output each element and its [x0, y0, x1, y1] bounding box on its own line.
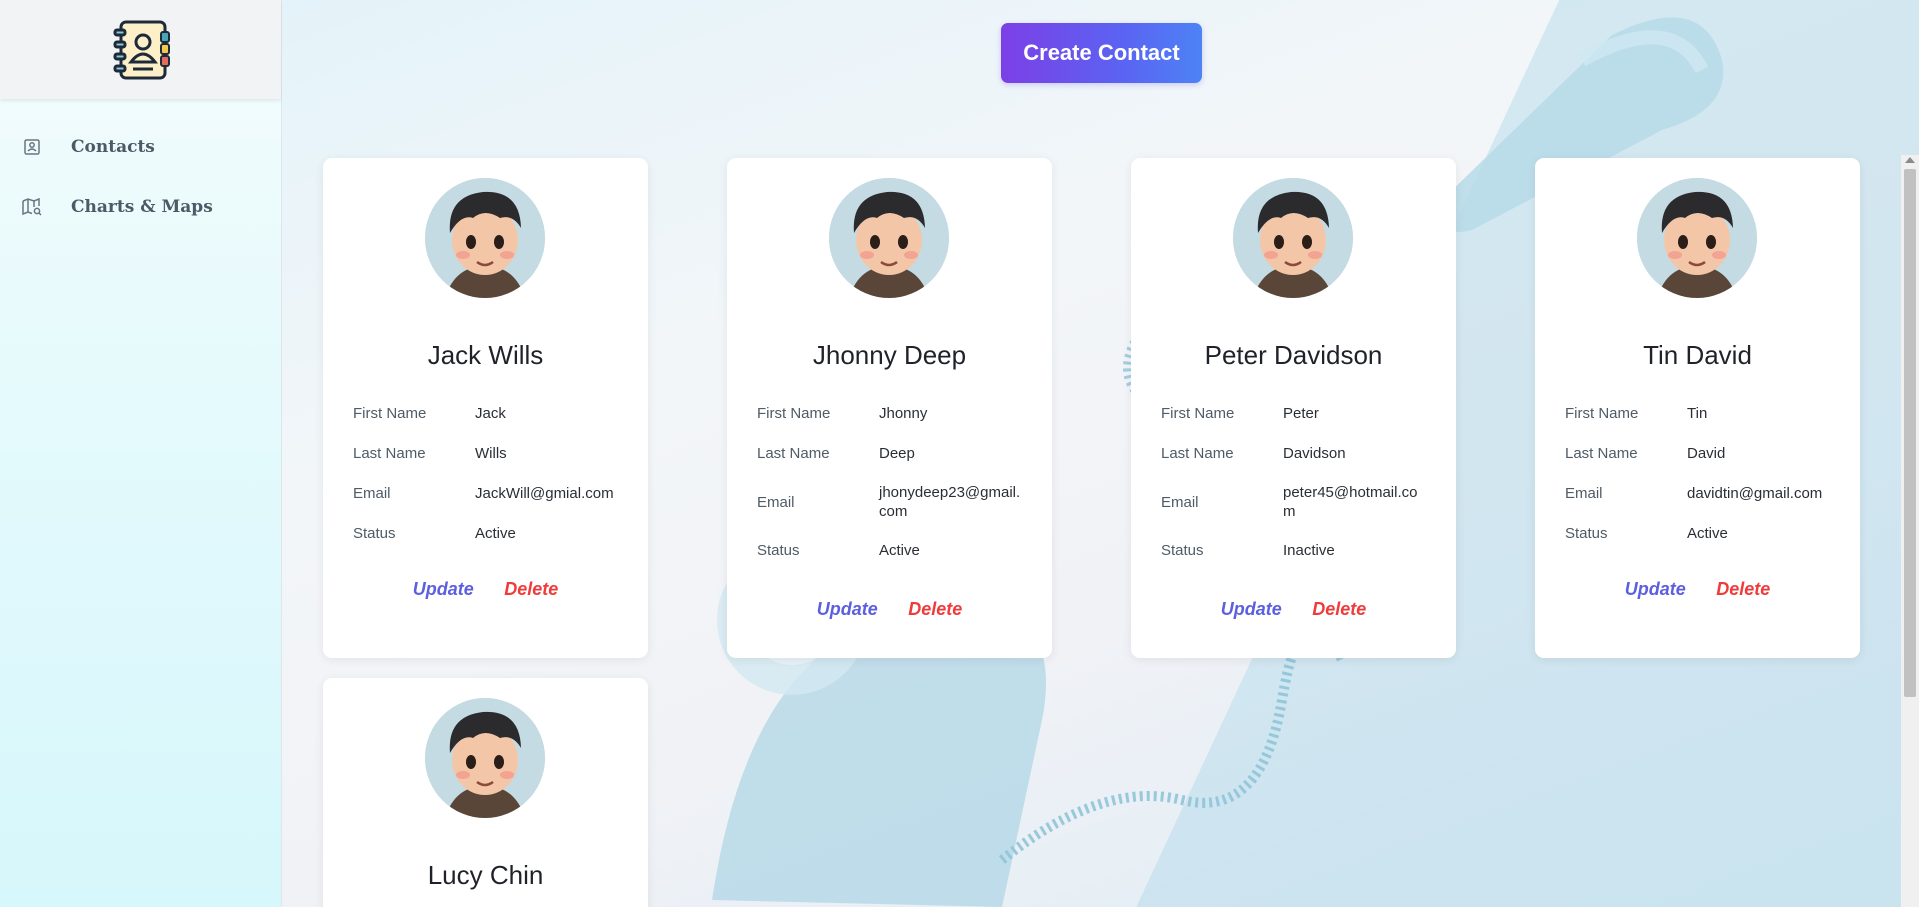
logo-area: [0, 0, 281, 99]
email-value: JackWill@gmial.com: [475, 485, 614, 502]
email-label: Email: [1565, 485, 1603, 502]
status-value: Active: [1687, 525, 1728, 542]
update-button[interactable]: Update: [817, 599, 878, 619]
contact-name: Tin David: [1643, 340, 1752, 370]
last-name-label: Last Name: [353, 445, 426, 462]
contact-name: Jhonny Deep: [812, 340, 967, 370]
scrollbar[interactable]: [1901, 155, 1919, 907]
sidebar-item-label: Contacts: [71, 137, 155, 157]
contact-card: Jack Wills First Name Jack Last Name Wills…: [323, 158, 648, 658]
map-search-icon: [22, 197, 42, 217]
create-contact-button[interactable]: Create Contact: [1001, 23, 1202, 83]
contact-details: First Name Jhonny Last Name Deep Email jhon…: [757, 403, 1032, 580]
sidebar-nav: Contacts Charts & Maps: [0, 117, 281, 237]
email-label: Email: [353, 485, 391, 502]
email-value: jhonydeep23@gmail.com: [879, 484, 1021, 520]
first-name-value: Peter: [1283, 405, 1319, 422]
contact-card: Tin David First Name Tin Last Name David E…: [1535, 158, 1860, 658]
delete-button[interactable]: Delete: [1312, 599, 1366, 619]
first-name-label: First Name: [1161, 405, 1235, 422]
avatar: [1233, 178, 1353, 298]
contact-book-logo-icon: [113, 20, 170, 79]
contact-details: First Name Jack Last Name Wills Email JackW…: [353, 403, 628, 563]
sidebar-item-contacts[interactable]: Contacts: [0, 117, 281, 177]
contact-name: Jack Wills: [427, 340, 544, 370]
last-name-value: Wills: [475, 445, 507, 462]
sidebar-item-label: Charts & Maps: [71, 197, 213, 217]
card-actions: Update Delete: [1131, 599, 1456, 620]
first-name-value: Jack: [475, 405, 506, 422]
last-name-label: Last Name: [1565, 445, 1638, 462]
email-label: Email: [757, 493, 795, 511]
contact-card: Peter Davidson First Name Peter Last Name…: [1131, 158, 1456, 658]
update-button[interactable]: Update: [1625, 579, 1686, 599]
contact-card: Jhonny Deep First Name Jhonny Last Name De…: [727, 158, 1052, 658]
first-name-label: First Name: [353, 405, 427, 422]
first-name-value: Tin: [1687, 405, 1708, 422]
email-value: davidtin@gmail.com: [1687, 485, 1823, 502]
update-button[interactable]: Update: [1221, 599, 1282, 619]
status-value: Inactive: [1283, 542, 1335, 559]
sidebar: Contacts Charts & Maps: [0, 0, 282, 907]
contact-details: First Name Peter Last Name Davidson Email p…: [1161, 403, 1436, 580]
email-label: Email: [1161, 493, 1199, 511]
scroll-up-icon[interactable]: [1905, 157, 1915, 163]
avatar: [829, 178, 949, 298]
scrollbar-thumb[interactable]: [1904, 169, 1916, 697]
sidebar-item-charts-maps[interactable]: Charts & Maps: [0, 177, 281, 237]
first-name-label: First Name: [1565, 405, 1639, 422]
contact-card: Lucy Chin: [323, 678, 648, 907]
address-book-icon: [22, 137, 42, 157]
card-actions: Update Delete: [323, 579, 648, 600]
last-name-label: Last Name: [1161, 445, 1234, 462]
last-name-value: David: [1687, 445, 1726, 462]
avatar: [425, 698, 545, 818]
avatar: [1637, 178, 1757, 298]
status-label: Status: [353, 525, 396, 542]
card-actions: Update Delete: [1535, 579, 1860, 600]
avatar: [425, 178, 545, 298]
first-name-label: First Name: [757, 405, 831, 422]
status-value: Active: [879, 542, 920, 559]
status-label: Status: [1565, 525, 1608, 542]
contact-name: Lucy Chin: [427, 860, 544, 890]
card-actions: Update Delete: [727, 599, 1052, 620]
status-label: Status: [1161, 542, 1204, 559]
delete-button[interactable]: Delete: [504, 579, 558, 599]
last-name-label: Last Name: [757, 445, 830, 462]
status-value: Active: [475, 525, 516, 542]
status-label: Status: [757, 542, 800, 559]
contact-details: First Name Tin Last Name David Email davidt…: [1565, 403, 1840, 563]
email-value: peter45@hotmail.com: [1283, 484, 1418, 520]
contact-name: Peter Davidson: [1204, 340, 1383, 370]
delete-button[interactable]: Delete: [1716, 579, 1770, 599]
last-name-value: Deep: [879, 445, 915, 462]
main-content: Create Contact Jack Wills First Name Jack…: [282, 0, 1919, 907]
first-name-value: Jhonny: [879, 405, 928, 422]
last-name-value: Davidson: [1283, 445, 1346, 462]
delete-button[interactable]: Delete: [908, 599, 962, 619]
update-button[interactable]: Update: [413, 579, 474, 599]
